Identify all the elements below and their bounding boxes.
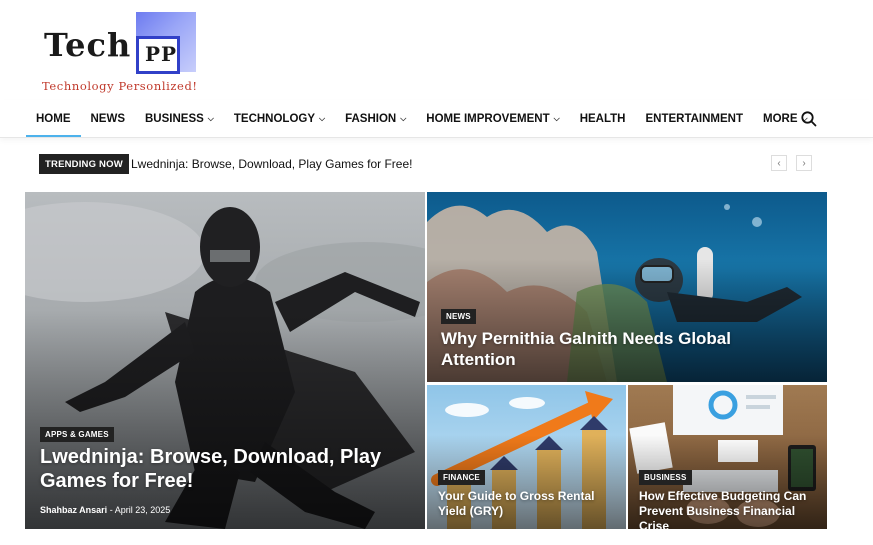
post-date: April 23, 2025 <box>114 505 171 515</box>
nav-item-business[interactable]: BUSINESS ⌵ <box>135 100 224 137</box>
chevron-down-icon: ⌵ <box>400 113 407 123</box>
card-meta: Shahbaz Ansari - April 23, 2025 <box>40 505 170 515</box>
logo-box-text: PP <box>145 42 178 66</box>
chevron-down-icon: ⌵ <box>319 113 326 123</box>
site-logo[interactable]: Tech PP Technology Personlized! <box>40 12 210 94</box>
trending-label: TRENDING NOW <box>39 154 129 174</box>
featured-card-bottom-left[interactable]: FINANCE Your Guide to Gross Rental Yield… <box>427 385 626 529</box>
featured-card-bottom-right[interactable]: BUSINESS How Effective Budgeting Can Pre… <box>628 385 827 529</box>
card-title[interactable]: Lwedninja: Browse, Download, Play Games … <box>40 445 400 493</box>
logo-tagline: Technology Personlized! <box>42 79 198 93</box>
category-badge[interactable]: APPS & GAMES <box>40 427 114 442</box>
nav-item-news[interactable]: NEWS <box>81 100 136 137</box>
nav-item-fashion[interactable]: FASHION ⌵ <box>335 100 416 137</box>
trending-headline[interactable]: Lwedninja: Browse, Download, Play Games … <box>131 157 412 171</box>
nav-item-home[interactable]: HOME <box>26 100 81 137</box>
category-badge[interactable]: FINANCE <box>438 470 485 485</box>
chevron-down-icon: ⌵ <box>207 113 214 123</box>
chevron-right-icon: › <box>802 157 806 169</box>
author-name[interactable]: Shahbaz Ansari <box>40 505 107 515</box>
main-nav: HOME NEWS BUSINESS ⌵ TECHNOLOGY ⌵ FASHION ⌵… <box>0 100 873 138</box>
featured-card-top-right[interactable]: NEWS Why Pernithia Galnith Needs Global … <box>427 192 827 382</box>
search-icon[interactable] <box>800 110 818 128</box>
trending-prev-button[interactable]: ‹ <box>771 155 787 171</box>
image-gradient <box>25 309 425 529</box>
nav-items: HOME NEWS BUSINESS ⌵ TECHNOLOGY ⌵ FASHION ⌵… <box>26 100 818 137</box>
card-title[interactable]: Your Guide to Gross Rental Yield (GRY) <box>438 489 618 519</box>
nav-item-entertainment[interactable]: ENTERTAINMENT <box>635 100 753 137</box>
category-badge[interactable]: BUSINESS <box>639 470 692 485</box>
chevron-down-icon: ⌵ <box>553 113 560 123</box>
logo-word: Tech <box>44 26 132 64</box>
featured-card-main[interactable]: APPS & GAMES Lwedninja: Browse, Download… <box>25 192 425 529</box>
card-title[interactable]: How Effective Budgeting Can Prevent Busi… <box>639 489 825 529</box>
category-badge[interactable]: NEWS <box>441 309 476 324</box>
nav-item-home-improvement[interactable]: HOME IMPROVEMENT ⌵ <box>416 100 569 137</box>
card-title[interactable]: Why Pernithia Galnith Needs Global Atten… <box>441 328 771 370</box>
meta-separator: - <box>109 505 113 515</box>
nav-item-technology[interactable]: TECHNOLOGY ⌵ <box>224 100 335 137</box>
nav-item-health[interactable]: HEALTH <box>570 100 636 137</box>
trending-next-button[interactable]: › <box>796 155 812 171</box>
chevron-left-icon: ‹ <box>777 157 781 169</box>
